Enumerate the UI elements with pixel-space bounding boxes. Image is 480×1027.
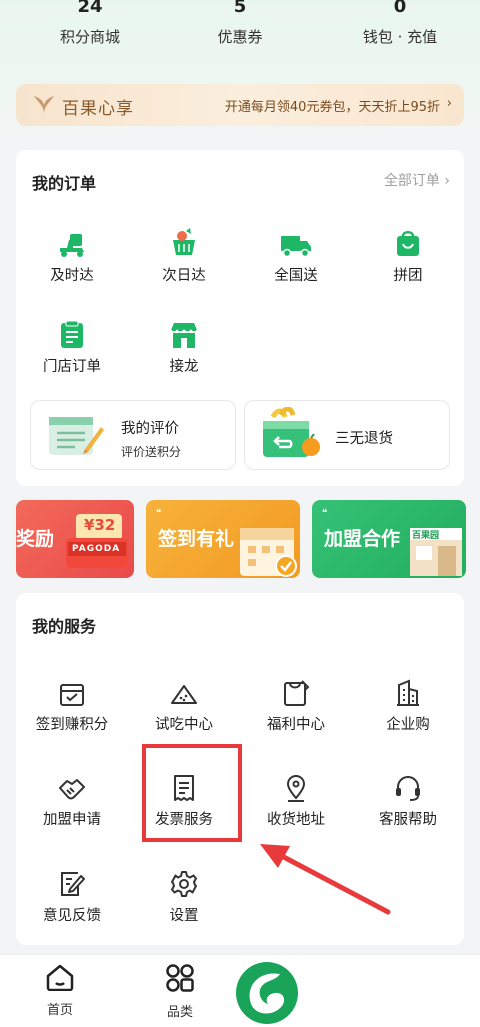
coupons-count: 5 xyxy=(233,0,247,17)
order-type-label: 次日达 xyxy=(162,268,206,284)
annotation-arrow-icon xyxy=(260,844,391,915)
order-type-label: 全国送 xyxy=(274,268,318,284)
order-type-group-buy[interactable]: 拼团 xyxy=(352,224,464,285)
handshake-icon xyxy=(16,768,128,802)
order-type-label: 门店订单 xyxy=(43,359,101,375)
order-type-label: 及时达 xyxy=(50,268,94,284)
account-stats: 24 积分商城 5 优惠券 0 钱包 · 充值 xyxy=(0,0,480,60)
order-type-next-day[interactable]: 次日达 xyxy=(128,224,240,285)
calendar-check-icon xyxy=(16,673,128,707)
chevron-right-icon: › xyxy=(446,96,452,111)
reward-banner[interactable]: 奖励 ¥32 PAGODA xyxy=(16,500,134,578)
location-pin-icon xyxy=(240,768,352,802)
order-type-label: 拼团 xyxy=(393,268,423,284)
shopping-bag-icon xyxy=(352,224,464,258)
calendar-check-illustration-icon xyxy=(240,528,297,577)
category-icon xyxy=(166,964,194,992)
vip-promo-text: 开通每月领40元券包，天天折上95折 xyxy=(224,100,440,115)
watermelon-icon xyxy=(128,673,240,707)
service-label: 企业购 xyxy=(386,717,430,733)
coupons-stat[interactable]: 5 优惠券 xyxy=(180,0,300,47)
service-shipping-address[interactable]: 收货地址 xyxy=(240,768,352,829)
tab-label: 品类 xyxy=(166,1005,193,1020)
review-clipboard-icon xyxy=(49,417,104,455)
app-brand-logo-icon xyxy=(236,962,298,1024)
vip-leaf-logo-icon xyxy=(34,96,54,114)
reward-banner-label: 奖励 xyxy=(16,528,55,550)
orders-title: 我的订单 xyxy=(32,174,97,193)
home-icon xyxy=(46,964,74,992)
franchise-banner[interactable]: ❝ 加盟合作 百果园 xyxy=(312,500,466,578)
reviews-title: 我的评价 xyxy=(121,421,179,437)
truck-icon xyxy=(240,224,352,258)
shop-sign-text: 百果园 xyxy=(412,531,440,541)
tab-home[interactable]: 首页 xyxy=(20,963,100,1018)
all-orders-label: 全部订单 xyxy=(383,173,440,189)
wallet-label: 钱包 · 充值 xyxy=(362,28,438,46)
service-feedback[interactable]: 意见反馈 xyxy=(16,864,128,925)
services-title: 我的服务 xyxy=(32,617,97,636)
vip-brand-name: 百果心享 xyxy=(62,99,134,119)
invoice-highlight-box xyxy=(142,744,242,842)
service-label: 设置 xyxy=(169,908,199,924)
returns-title: 三无退货 xyxy=(335,431,393,447)
chevron-right-icon: › xyxy=(444,173,450,189)
order-type-label: 接龙 xyxy=(169,359,199,375)
points-mall-stat[interactable]: 24 积分商城 xyxy=(30,0,150,47)
service-enterprise-purchase[interactable]: 企业购 xyxy=(352,673,464,734)
wallet-count: 0 xyxy=(393,0,407,17)
check-in-gift-banner[interactable]: ❝ 签到有礼 xyxy=(146,500,300,578)
franchise-banner-label: 加盟合作 xyxy=(324,528,401,550)
service-tasting-center[interactable]: 试吃中心 xyxy=(128,673,240,734)
storefront-icon xyxy=(128,315,240,349)
pagoda-brand-text: PAGODA xyxy=(72,544,121,554)
my-reviews-card[interactable]: 我的评价 评价送积分 xyxy=(30,400,236,470)
store-order-icon xyxy=(16,315,128,349)
service-label: 签到赚积分 xyxy=(35,717,109,733)
order-type-store[interactable]: 门店订单 xyxy=(16,315,128,376)
service-check-in-points[interactable]: 签到赚积分 xyxy=(16,673,128,734)
order-type-relay[interactable]: 接龙 xyxy=(128,315,240,376)
reviews-subtitle: 评价送积分 xyxy=(121,445,182,459)
feedback-icon xyxy=(16,864,128,898)
service-welfare-center[interactable]: 福利中心 xyxy=(240,673,352,734)
service-settings[interactable]: 设置 xyxy=(128,864,240,925)
service-label: 试吃中心 xyxy=(155,717,213,733)
coupons-label: 优惠券 xyxy=(217,28,263,46)
service-customer-help[interactable]: 客服帮助 xyxy=(352,768,464,829)
vip-membership-banner[interactable]: 百果心享 开通每月领40元券包，天天折上95折 › xyxy=(16,84,464,126)
service-label: 加盟申请 xyxy=(43,812,101,828)
service-label: 客服帮助 xyxy=(379,812,437,828)
tab-label: 首页 xyxy=(46,1003,73,1018)
quote-mark-icon: ❝ xyxy=(322,508,328,519)
returns-basket-icon xyxy=(263,407,320,457)
quote-mark-icon: ❝ xyxy=(156,508,162,519)
order-type-nationwide[interactable]: 全国送 xyxy=(240,224,352,285)
tab-category[interactable]: 品类 xyxy=(140,963,220,1020)
order-type-instant[interactable]: 及时达 xyxy=(16,224,128,285)
no-hassle-returns-card[interactable]: 三无退货 xyxy=(244,400,450,470)
building-icon xyxy=(352,673,464,707)
coupon-value: ¥32 xyxy=(84,516,116,534)
all-orders-link[interactable]: 全部订单 › xyxy=(384,170,450,190)
points-count: 24 xyxy=(77,0,103,17)
points-mall-label: 积分商城 xyxy=(59,28,120,46)
service-label: 意见反馈 xyxy=(43,908,101,924)
scooter-icon xyxy=(16,224,128,258)
service-label: 福利中心 xyxy=(267,717,325,733)
service-franchise-apply[interactable]: 加盟申请 xyxy=(16,768,128,829)
check-in-banner-label: 签到有礼 xyxy=(158,528,235,550)
wallet-stat[interactable]: 0 钱包 · 充值 xyxy=(340,0,460,47)
basket-icon xyxy=(128,224,240,258)
gear-icon xyxy=(128,864,240,898)
service-label: 收货地址 xyxy=(267,812,325,828)
headset-icon xyxy=(352,768,464,802)
gift-card-icon xyxy=(240,673,352,707)
